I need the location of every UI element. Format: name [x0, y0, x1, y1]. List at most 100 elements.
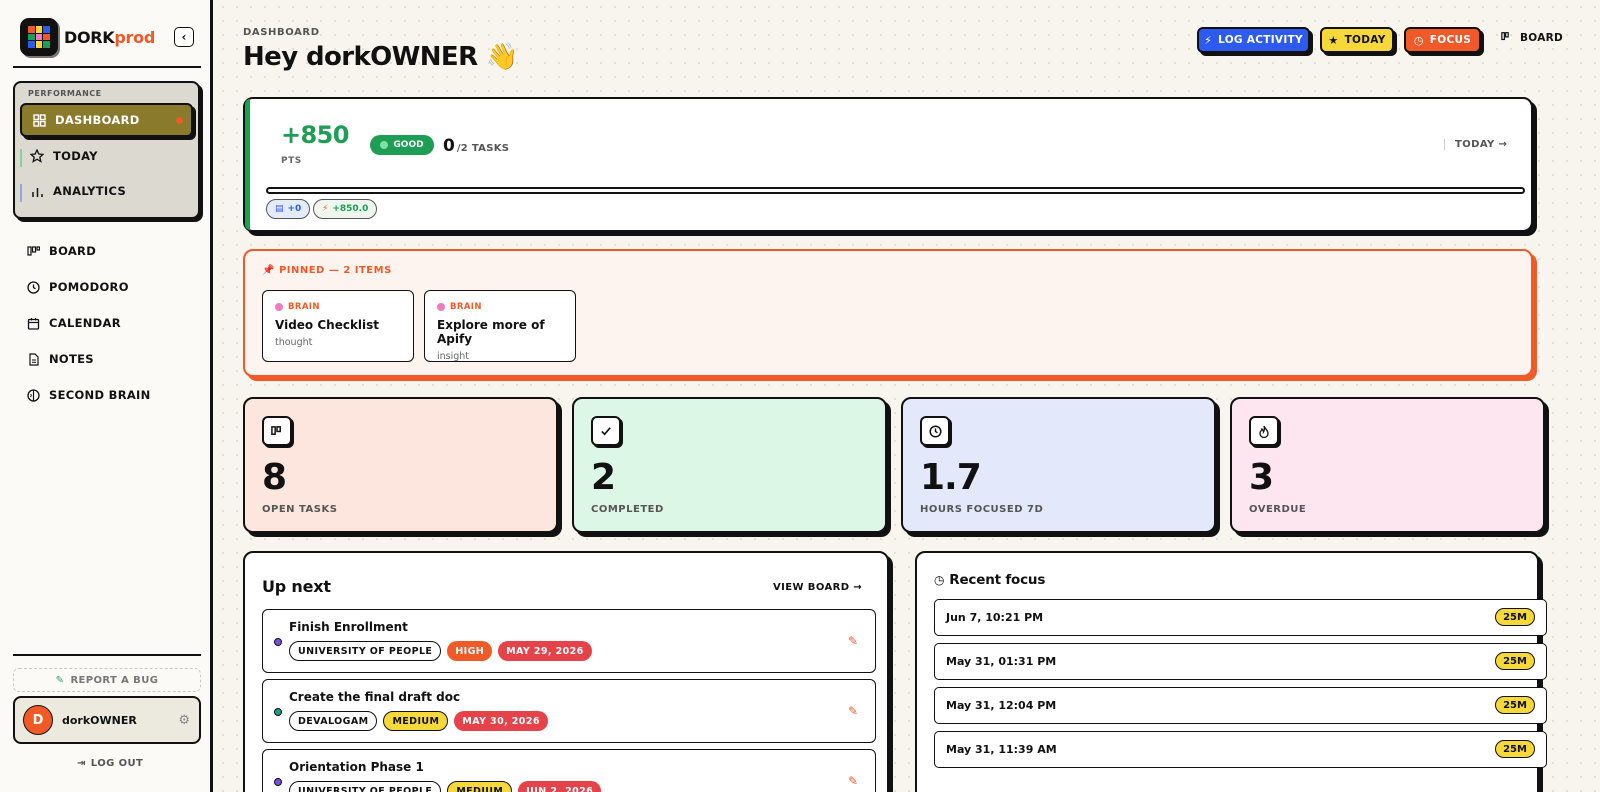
sidebar-item-calendar[interactable]: CALENDAR [26, 316, 121, 330]
page-title: Hey dorkOWNER 👋 [243, 42, 518, 72]
task-title: Orientation Phase 1 [289, 760, 424, 774]
sidebar-item-dashboard[interactable]: DASHBOARD [20, 103, 193, 137]
pencil-icon[interactable]: ✎ [848, 774, 858, 788]
sidebar-item-today[interactable]: TODAY [30, 149, 98, 163]
project-tag: UNIVERSITY OF PEOPLE [289, 641, 442, 661]
status-label: GOOD [393, 140, 424, 150]
grid-icon [32, 113, 46, 127]
view-board-link[interactable]: VIEW BOARD → [773, 582, 862, 593]
sidebar-item-label: CALENDAR [49, 316, 121, 330]
brand-name-part2: prod [114, 27, 155, 47]
category-label: BRAIN [288, 302, 320, 312]
stat-value: 3 [1249, 457, 1274, 498]
gear-icon[interactable]: ⚙ [178, 713, 190, 728]
board-button[interactable]: BOARD [1501, 31, 1563, 45]
session-duration-badge: 25M [1495, 652, 1535, 670]
task-title: Create the final draft doc [289, 690, 461, 704]
log-activity-button[interactable]: ⚡ LOG ACTIVITY [1197, 27, 1310, 53]
sidebar-item-label: SECOND BRAIN [49, 388, 151, 402]
sidebar: DORKprod ‹ PERFORMANCE DASHBOARD TODAY A… [0, 0, 213, 792]
points-chip-activity: ⚡ +850.0 [313, 199, 378, 219]
brain-icon [26, 388, 40, 402]
stat-card-hours-focused[interactable]: 1.7 HOURS FOCUSED 7D [901, 397, 1216, 533]
priority-tag: MEDIUM [447, 781, 513, 792]
project-color-dot [274, 708, 282, 716]
sidebar-item-second-brain[interactable]: SECOND BRAIN [26, 388, 151, 402]
focus-label: FOCUS [1429, 34, 1472, 46]
pinned-item-category: BRAIN [275, 302, 401, 312]
session-time: May 31, 01:31 PM [946, 655, 1057, 668]
pinned-item[interactable]: BRAIN Video Checklist thought [262, 290, 414, 362]
logout-button[interactable]: ⇥ LOG OUT [77, 758, 143, 769]
focus-session-row: Jun 7, 10:21 PM 25M [934, 599, 1547, 636]
focus-button[interactable]: ◷ FOCUS [1404, 27, 1481, 53]
tasks-done: 0 [443, 136, 455, 156]
report-bug-button[interactable]: ✎ REPORT A BUG [13, 668, 201, 692]
focus-session-row: May 31, 12:04 PM 25M [934, 687, 1547, 724]
pinned-item-type: thought [275, 337, 313, 348]
points-label: PTS [281, 156, 302, 166]
sidebar-item-label: BOARD [49, 244, 97, 258]
log-activity-label: LOG ACTIVITY [1218, 34, 1303, 46]
tasks-total: /2 TASKS [456, 143, 510, 154]
stat-label: HOURS FOCUSED 7D [920, 504, 1044, 515]
task-row[interactable]: Finish Enrollment UNIVERSITY OF PEOPLE H… [262, 609, 876, 673]
project-color-dot [274, 638, 282, 646]
brain-icon [437, 303, 445, 311]
task-row[interactable]: Create the final draft doc DEVALOGAM MED… [262, 679, 876, 743]
stat-value: 2 [591, 457, 616, 498]
pencil-icon[interactable]: ✎ [848, 634, 858, 648]
progress-bar [266, 187, 1525, 194]
stat-card-completed[interactable]: 2 COMPLETED [572, 397, 887, 533]
active-indicator-dot [176, 116, 183, 124]
focus-session-row: May 31, 11:39 AM 25M [934, 731, 1547, 768]
bolt-icon: ⚡ [322, 204, 329, 214]
brand[interactable]: DORKprod [20, 18, 155, 56]
due-date-tag: JUN 2, 2026 [518, 781, 602, 792]
sidebar-item-board[interactable]: BOARD [26, 244, 96, 258]
pencil-icon[interactable]: ✎ [848, 704, 858, 718]
stat-label: OVERDUE [1249, 504, 1307, 515]
stat-card-overdue[interactable]: 3 OVERDUE [1230, 397, 1545, 533]
bar-chart-icon [30, 184, 44, 198]
collapse-sidebar-button[interactable]: ‹ [174, 27, 194, 47]
sidebar-item-pomodoro[interactable]: POMODORO [26, 280, 129, 294]
today-button[interactable]: ★ TODAY [1320, 27, 1394, 53]
task-row[interactable]: Orientation Phase 1 UNIVERSITY OF PEOPLE… [262, 749, 876, 792]
stat-value: 1.7 [920, 457, 982, 498]
session-time: May 31, 12:04 PM [946, 699, 1057, 712]
status-badge: GOOD [370, 135, 434, 155]
pinned-header: 📌 PINNED — 2 ITEMS [262, 265, 392, 276]
sidebar-item-analytics[interactable]: ANALYTICS [30, 184, 126, 198]
bug-icon: ✎ [55, 674, 65, 686]
stat-label: OPEN TASKS [262, 504, 338, 515]
pinned-item-type: insight [437, 351, 470, 362]
session-duration-badge: 25M [1495, 696, 1535, 714]
kanban-icon [262, 416, 292, 446]
focus-session-row: May 31, 01:31 PM 25M [934, 643, 1547, 680]
pinned-item-category: BRAIN [437, 302, 563, 312]
score-accent-bar [245, 99, 250, 230]
chevron-left-icon: ‹ [181, 30, 187, 44]
breadcrumb: DASHBOARD [243, 27, 320, 38]
clock-icon [920, 416, 950, 446]
user-card[interactable]: D dorkOWNER ⚙ [13, 696, 201, 744]
tasks-count: 0 /2 TASKS [443, 136, 509, 156]
today-link[interactable]: TODAY → [1444, 139, 1507, 150]
section-title: Up next [262, 577, 331, 596]
score-card: +850 PTS GOOD 0 /2 TASKS TODAY → ▤ +0 ⚡ … [243, 97, 1533, 232]
pinned-item[interactable]: BRAIN Explore more of Apify insight [424, 290, 576, 362]
logout-icon: ⇥ [77, 758, 86, 769]
pinned-item-title: Explore more of Apify [437, 318, 545, 346]
session-duration-badge: 25M [1495, 740, 1535, 758]
due-date-tag: MAY 30, 2026 [454, 711, 548, 731]
stat-card-open-tasks[interactable]: 8 OPEN TASKS [243, 397, 558, 533]
sidebar-item-notes[interactable]: NOTES [26, 352, 94, 366]
app-logo [20, 18, 58, 56]
board-label: BOARD [1520, 32, 1564, 44]
project-tag: DEVALOGAM [289, 711, 378, 731]
task-title: Finish Enrollment [289, 620, 408, 634]
star-icon: ★ [1328, 33, 1339, 47]
user-name: dorkOWNER [62, 713, 137, 727]
brain-icon [275, 303, 283, 311]
